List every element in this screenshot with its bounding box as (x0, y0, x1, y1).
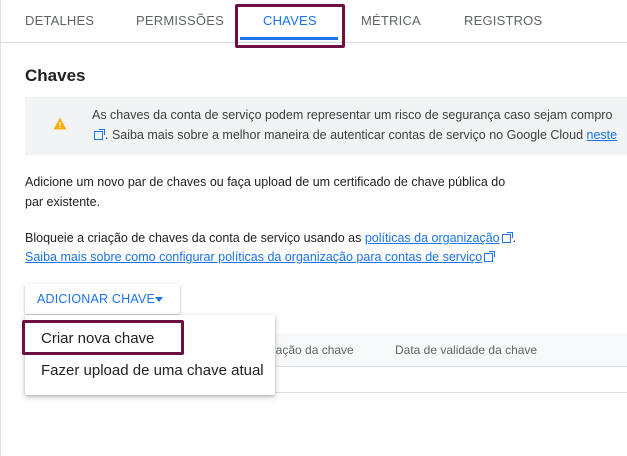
tab-details[interactable]: DETALHES (25, 0, 94, 42)
tab-keys[interactable]: CHAVES (263, 0, 317, 42)
banner-text-line2-body: . Saiba mais sobre a melhor maneira de a… (105, 128, 587, 142)
tab-metrics[interactable]: MÉTRICA (361, 0, 421, 42)
add-key-dropdown-menu: Criar nova chave Fazer upload de uma cha… (25, 315, 275, 395)
column-header-creation[interactable]: criação da chave (263, 343, 354, 357)
policy-line1: Bloqueie a criação de chaves da conta de… (25, 228, 516, 248)
tab-permissions[interactable]: PERMISSÕES (136, 0, 224, 42)
external-link-icon[interactable] (501, 232, 513, 243)
banner-text-line2: . Saiba mais sobre a melhor maneira de a… (92, 128, 617, 142)
page-title: Chaves (25, 66, 86, 85)
menu-item-upload-key[interactable]: Fazer upload de uma chave atual (25, 355, 275, 387)
tab-logs[interactable]: REGISTROS (464, 0, 542, 42)
description-line1: Adicione um novo par de chaves ou faça u… (25, 175, 506, 189)
description-line2: par existente. (25, 195, 101, 209)
tab-bar: DETALHES PERMISSÕES CHAVES MÉTRICA REGIS… (0, 0, 627, 43)
org-policies-link[interactable]: políticas da organização (365, 231, 500, 245)
menu-item-create-new-key[interactable]: Criar nova chave (25, 323, 275, 355)
left-border (0, 0, 1, 456)
external-link-icon[interactable] (94, 129, 105, 140)
banner-learn-more-link[interactable]: neste (587, 128, 618, 142)
policy-line2: Saiba mais sobre como configurar polític… (25, 247, 496, 267)
add-key-button-label: ADICIONAR CHAVE (37, 292, 156, 306)
active-tab-indicator (240, 37, 338, 40)
configure-policies-link[interactable]: Saiba mais sobre como configurar polític… (25, 250, 482, 264)
policy-suffix: . (512, 231, 517, 245)
external-link-icon[interactable] (484, 251, 496, 262)
add-key-button[interactable]: ADICIONAR CHAVE (25, 284, 180, 314)
policy-text: Bloqueie a criação de chaves da conta de… (25, 231, 365, 245)
security-warning-banner: As chaves da conta de serviço podem repr… (25, 97, 627, 155)
warning-icon (53, 117, 67, 130)
banner-text-line1: As chaves da conta de serviço podem repr… (92, 108, 613, 122)
column-header-expiration[interactable]: Data de validade da chave (395, 343, 537, 357)
caret-down-icon (155, 297, 163, 302)
